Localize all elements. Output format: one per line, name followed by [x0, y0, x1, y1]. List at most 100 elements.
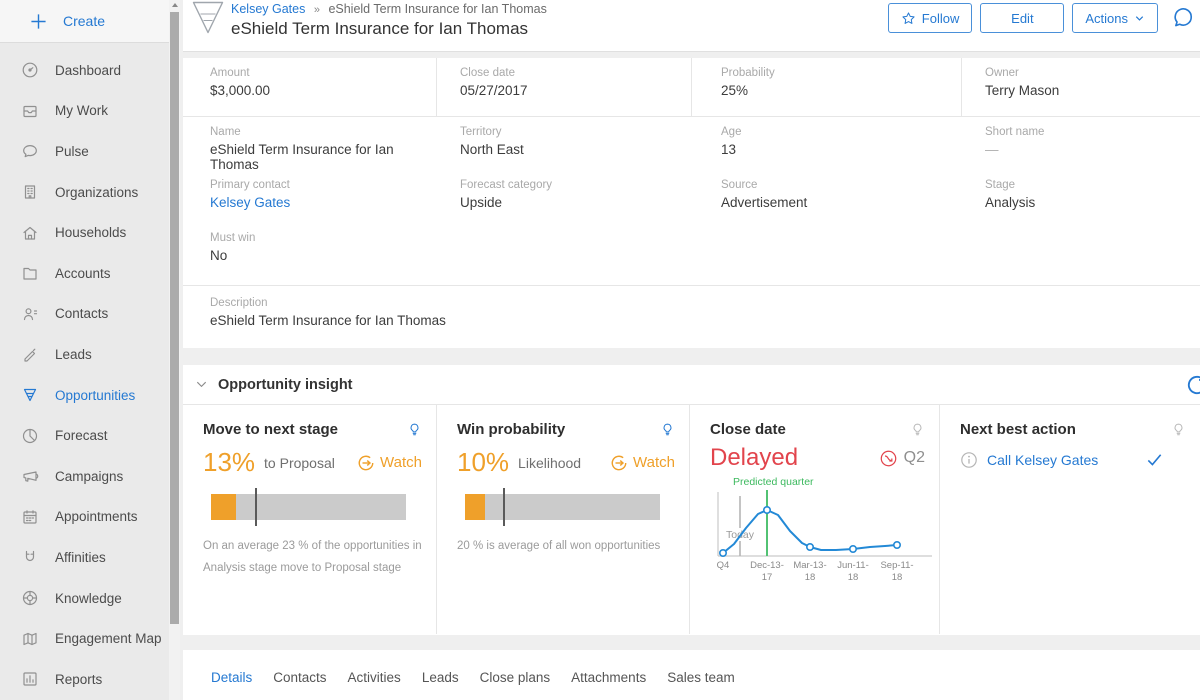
- reports-icon: [21, 670, 39, 688]
- sidebar-item-pulse[interactable]: Pulse: [0, 131, 180, 172]
- field-label: Probability: [721, 67, 961, 79]
- header-actions: Follow Edit Actions: [888, 3, 1196, 33]
- opportunity-insight-panel: Opportunity insight Move to next stage 1…: [183, 365, 1200, 635]
- sidebar-item-reports[interactable]: Reports: [0, 659, 180, 700]
- page-title: eShield Term Insurance for Ian Thomas: [231, 19, 547, 39]
- sidebar-item-label: Affinities: [55, 550, 106, 565]
- svg-text:Dec-13-: Dec-13-: [750, 560, 784, 571]
- field-primary-contact: Primary contact Kelsey Gates: [183, 170, 437, 223]
- sidebar-item-leads[interactable]: Leads: [0, 334, 180, 375]
- details-row-must-win: Must win No: [183, 223, 1200, 285]
- progress-fill: [465, 494, 485, 520]
- main-content: Kelsey Gates » eShield Term Insurance fo…: [180, 0, 1200, 700]
- breadcrumb-link[interactable]: Kelsey Gates: [231, 2, 305, 16]
- sidebar-item-label: Knowledge: [55, 591, 122, 606]
- app-root: Create DashboardMy Work Pulse Organization…: [0, 0, 1200, 700]
- scrollbar-thumb[interactable]: [170, 12, 179, 624]
- sidebar-item-accounts[interactable]: Accounts: [0, 253, 180, 294]
- watch-button[interactable]: Watch: [357, 454, 422, 472]
- sidebar-item-affinities[interactable]: Affinities: [0, 537, 180, 578]
- create-button[interactable]: Create: [0, 0, 180, 43]
- scrollbar-up-arrow[interactable]: [169, 0, 180, 10]
- sidebar-item-label: Forecast: [55, 428, 108, 443]
- svg-text:17: 17: [762, 572, 773, 583]
- svg-text:18: 18: [892, 572, 903, 583]
- svg-text:Sep-11-: Sep-11-: [880, 560, 913, 571]
- primary-contact-link[interactable]: Kelsey Gates: [210, 195, 290, 210]
- tab-activities[interactable]: Activities: [348, 670, 401, 685]
- tab-close-plans[interactable]: Close plans: [480, 670, 551, 685]
- tab-strip: Details Contacts Activities Leads Close plan…: [211, 669, 1200, 687]
- field-description: Description eShield Term Insurance for I…: [183, 285, 1200, 328]
- field-value: $3,000.00: [210, 83, 436, 98]
- field-close-date: Close date 05/27/2017: [437, 58, 692, 116]
- opportunities-icon: [21, 386, 39, 404]
- field-value: Terry Mason: [985, 83, 1200, 98]
- field-value: eShield Term Insurance for Ian Thomas: [210, 142, 437, 172]
- field-label: Name: [210, 126, 437, 138]
- field-label: Must win: [210, 232, 437, 244]
- field-label: Primary contact: [210, 179, 437, 191]
- next-action-link[interactable]: Call Kelsey Gates: [987, 452, 1098, 468]
- watch-icon: [357, 454, 375, 472]
- sidebar-item-label: Pulse: [55, 144, 89, 159]
- insight-header: Opportunity insight: [183, 365, 1200, 405]
- tab-leads[interactable]: Leads: [422, 670, 459, 685]
- watch-button[interactable]: Watch: [610, 454, 675, 472]
- checkmark-icon[interactable]: [1145, 450, 1186, 469]
- sidebar-item-engagement-map[interactable]: Engagement Map: [0, 618, 180, 659]
- sidebar-item-my-work[interactable]: My Work: [0, 91, 180, 132]
- progress-fill: [211, 494, 236, 520]
- field-forecast-category: Forecast category Upside: [437, 170, 692, 223]
- pulse-icon: [21, 142, 39, 160]
- tab-sales-team[interactable]: Sales team: [667, 670, 735, 685]
- card-move-to-next-stage: Move to next stage 13% to Proposal Watc: [183, 405, 437, 634]
- field-label: Amount: [210, 67, 436, 79]
- field-age: Age 13: [692, 117, 962, 172]
- info-icon: [960, 451, 978, 469]
- tab-attachments[interactable]: Attachments: [571, 670, 646, 685]
- field-stage: Stage Analysis: [962, 170, 1200, 223]
- field-value: —: [985, 142, 1200, 157]
- svg-text:Mar-13-: Mar-13-: [793, 560, 826, 571]
- actions-button[interactable]: Actions: [1072, 3, 1158, 33]
- actions-label: Actions: [1085, 11, 1128, 26]
- sidebar-item-contacts[interactable]: Contacts: [0, 294, 180, 335]
- knowledge-icon: [21, 589, 39, 607]
- card-title: Next best action: [960, 421, 1076, 438]
- chat-icon[interactable]: [1170, 5, 1196, 31]
- field-value: No: [210, 248, 437, 263]
- details-row-primary: Amount $3,000.00 Close date 05/27/2017 P…: [183, 58, 1200, 117]
- probability-progress-bar: [465, 494, 660, 520]
- refresh-icon[interactable]: [1185, 373, 1200, 402]
- opportunity-funnel-icon: [191, 1, 225, 35]
- sidebar-item-appointments[interactable]: Appointments: [0, 497, 180, 538]
- card-caption: 20 % is average of all won opportunities: [457, 535, 675, 557]
- field-short-name: Short name —: [962, 117, 1200, 172]
- sidebar: Create DashboardMy Work Pulse Organization…: [0, 0, 180, 700]
- sidebar-item-dashboard[interactable]: Dashboard: [0, 50, 180, 91]
- field-owner: Owner Terry Mason: [962, 58, 1200, 116]
- detail-tabs: Details Contacts Activities Leads Close plan…: [183, 650, 1200, 700]
- tab-details[interactable]: Details: [211, 670, 252, 685]
- sidebar-item-campaigns[interactable]: Campaigns: [0, 456, 180, 497]
- breadcrumb-separator: »: [314, 4, 320, 16]
- quarter-label: Q2: [904, 449, 925, 467]
- follow-button[interactable]: Follow: [888, 3, 973, 33]
- tab-contacts[interactable]: Contacts: [273, 670, 326, 685]
- sidebar-item-opportunities[interactable]: Opportunities: [0, 375, 180, 416]
- card-win-probability: Win probability 10% Likelihood Watch: [437, 405, 690, 634]
- field-label: Owner: [985, 67, 1200, 79]
- lightbulb-icon: [1171, 421, 1186, 438]
- watch-label: Watch: [633, 454, 675, 471]
- stage-progress-bar: [211, 494, 406, 520]
- sidebar-scrollbar[interactable]: [169, 0, 180, 700]
- sidebar-item-organizations[interactable]: Organizations: [0, 172, 180, 213]
- sidebar-item-knowledge[interactable]: Knowledge: [0, 578, 180, 619]
- sidebar-item-forecast[interactable]: Forecast: [0, 415, 180, 456]
- sidebar-item-households[interactable]: Households: [0, 212, 180, 253]
- header-text: Kelsey Gates » eShield Term Insurance fo…: [231, 2, 547, 39]
- create-label: Create: [63, 13, 105, 29]
- edit-button[interactable]: Edit: [980, 3, 1064, 33]
- collapse-chevron-icon[interactable]: [195, 378, 208, 391]
